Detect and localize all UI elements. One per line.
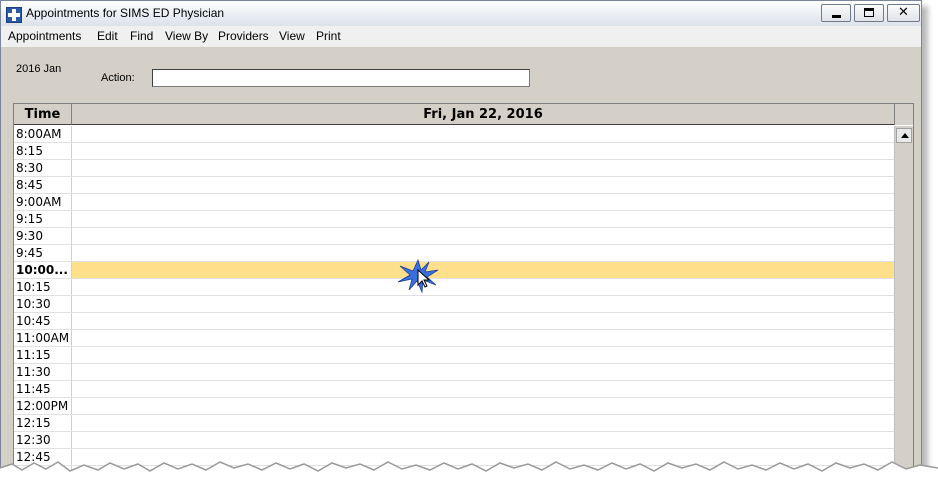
time-slot-label: 9:00AM (14, 194, 72, 210)
header-corner (894, 104, 913, 125)
menu-bar: Appointments Edit Find View By Providers… (1, 26, 921, 47)
time-slot-label: 8:45 (14, 177, 72, 193)
time-slot-row[interactable]: 9:45 (14, 245, 894, 262)
time-slot-label: 9:45 (14, 245, 72, 261)
appointment-cell[interactable] (72, 160, 894, 176)
menu-appointments[interactable]: Appointments (8, 29, 81, 43)
vertical-scrollbar[interactable] (894, 126, 913, 477)
time-slot-row[interactable]: 11:00AM (14, 330, 894, 347)
app-icon (6, 7, 22, 23)
menu-view-by[interactable]: View By (165, 29, 208, 43)
time-slot-label: 8:00AM (14, 126, 72, 142)
time-slot-row[interactable]: 8:30 (14, 160, 894, 177)
title-bar[interactable]: Appointments for SIMS ED Physician ✕ (1, 1, 921, 27)
appointment-cell[interactable] (72, 228, 894, 244)
time-slot-label: 9:15 (14, 211, 72, 227)
time-slot-label: 8:30 (14, 160, 72, 176)
month-label: 2016 Jan (16, 63, 62, 75)
time-slot-row[interactable]: 12:30 (14, 432, 894, 449)
toolbar: 2016 Jan Action: (1, 47, 921, 103)
time-slot-label: 11:45 (14, 381, 72, 397)
time-slot-row[interactable]: 11:30 (14, 364, 894, 381)
time-slot-label: 10:00... (14, 262, 72, 278)
time-slot-row[interactable]: 8:45 (14, 177, 894, 194)
time-slot-label: 12:30 (14, 432, 72, 448)
time-slot-row[interactable]: 10:45 (14, 313, 894, 330)
schedule-grid: Time Fri, Jan 22, 2016 8:00AM 8:15 8:30 8:4… (13, 103, 914, 477)
time-slot-label: 12:00PM (14, 398, 72, 414)
time-slot-row[interactable]: 9:30 (14, 228, 894, 245)
maximize-button[interactable] (854, 4, 884, 22)
appointment-cell[interactable] (72, 381, 894, 397)
minimize-button[interactable] (821, 4, 851, 22)
time-slot-label: 12:15 (14, 415, 72, 431)
appointment-cell[interactable] (72, 211, 894, 227)
maximize-icon (855, 5, 883, 21)
appointment-cell[interactable] (72, 262, 894, 278)
menu-view[interactable]: View (279, 29, 305, 43)
appointment-cell[interactable] (72, 415, 894, 431)
time-slot-row[interactable]: 11:45 (14, 381, 894, 398)
action-label: Action: (101, 72, 135, 84)
selected-time-slot-row[interactable]: 10:00... (14, 262, 894, 279)
time-slot-row[interactable]: 8:00AM (14, 126, 894, 143)
time-slot-row[interactable]: 8:15 (14, 143, 894, 160)
appointment-cell[interactable] (72, 313, 894, 329)
appointment-cell[interactable] (72, 143, 894, 159)
time-slot-label: 9:30 (14, 228, 72, 244)
menu-find[interactable]: Find (130, 29, 153, 43)
appointment-cell[interactable] (72, 194, 894, 210)
time-slot-label: 10:45 (14, 313, 72, 329)
time-slot-label: 10:30 (14, 296, 72, 312)
time-slot-label: 11:30 (14, 364, 72, 380)
time-slot-row[interactable]: 11:15 (14, 347, 894, 364)
time-slot-label: 11:15 (14, 347, 72, 363)
close-icon: ✕ (898, 5, 909, 20)
day-column-header: Fri, Jan 22, 2016 (72, 104, 894, 125)
time-column-header: Time (14, 104, 72, 125)
scroll-up-arrow-icon[interactable] (896, 128, 912, 143)
time-slot-row[interactable]: 9:15 (14, 211, 894, 228)
torn-edge (0, 461, 938, 493)
appointments-window: Appointments for SIMS ED Physician ✕ App… (0, 0, 922, 478)
menu-edit[interactable]: Edit (97, 29, 118, 43)
appointment-cell[interactable] (72, 279, 894, 295)
appointment-cell[interactable] (72, 398, 894, 414)
time-slot-row[interactable]: 9:00AM (14, 194, 894, 211)
appointment-cell[interactable] (72, 177, 894, 193)
time-slot-row[interactable]: 10:15 (14, 279, 894, 296)
minimize-icon (822, 5, 850, 21)
appointment-cell[interactable] (72, 296, 894, 312)
menu-providers[interactable]: Providers (218, 29, 269, 43)
appointment-cell[interactable] (72, 126, 894, 142)
appointment-cell[interactable] (72, 432, 894, 448)
action-input[interactable] (152, 69, 530, 87)
appointment-cell[interactable] (72, 364, 894, 380)
time-slot-row[interactable]: 12:00PM (14, 398, 894, 415)
menu-print[interactable]: Print (316, 29, 341, 43)
close-button[interactable]: ✕ (887, 4, 920, 22)
time-slot-label: 10:15 (14, 279, 72, 295)
time-slot-label: 8:15 (14, 143, 72, 159)
window-title: Appointments for SIMS ED Physician (26, 6, 225, 20)
appointment-cell[interactable] (72, 245, 894, 261)
time-slot-row[interactable]: 10:30 (14, 296, 894, 313)
time-slot-row[interactable]: 12:15 (14, 415, 894, 432)
time-slot-list: 8:00AM 8:15 8:30 8:45 9:00AM 9:15 9:30 9:45 10:0… (14, 126, 894, 477)
click-burst-icon (397, 258, 439, 294)
time-slot-label: 11:00AM (14, 330, 72, 346)
appointment-cell[interactable] (72, 347, 894, 363)
appointment-cell[interactable] (72, 330, 894, 346)
